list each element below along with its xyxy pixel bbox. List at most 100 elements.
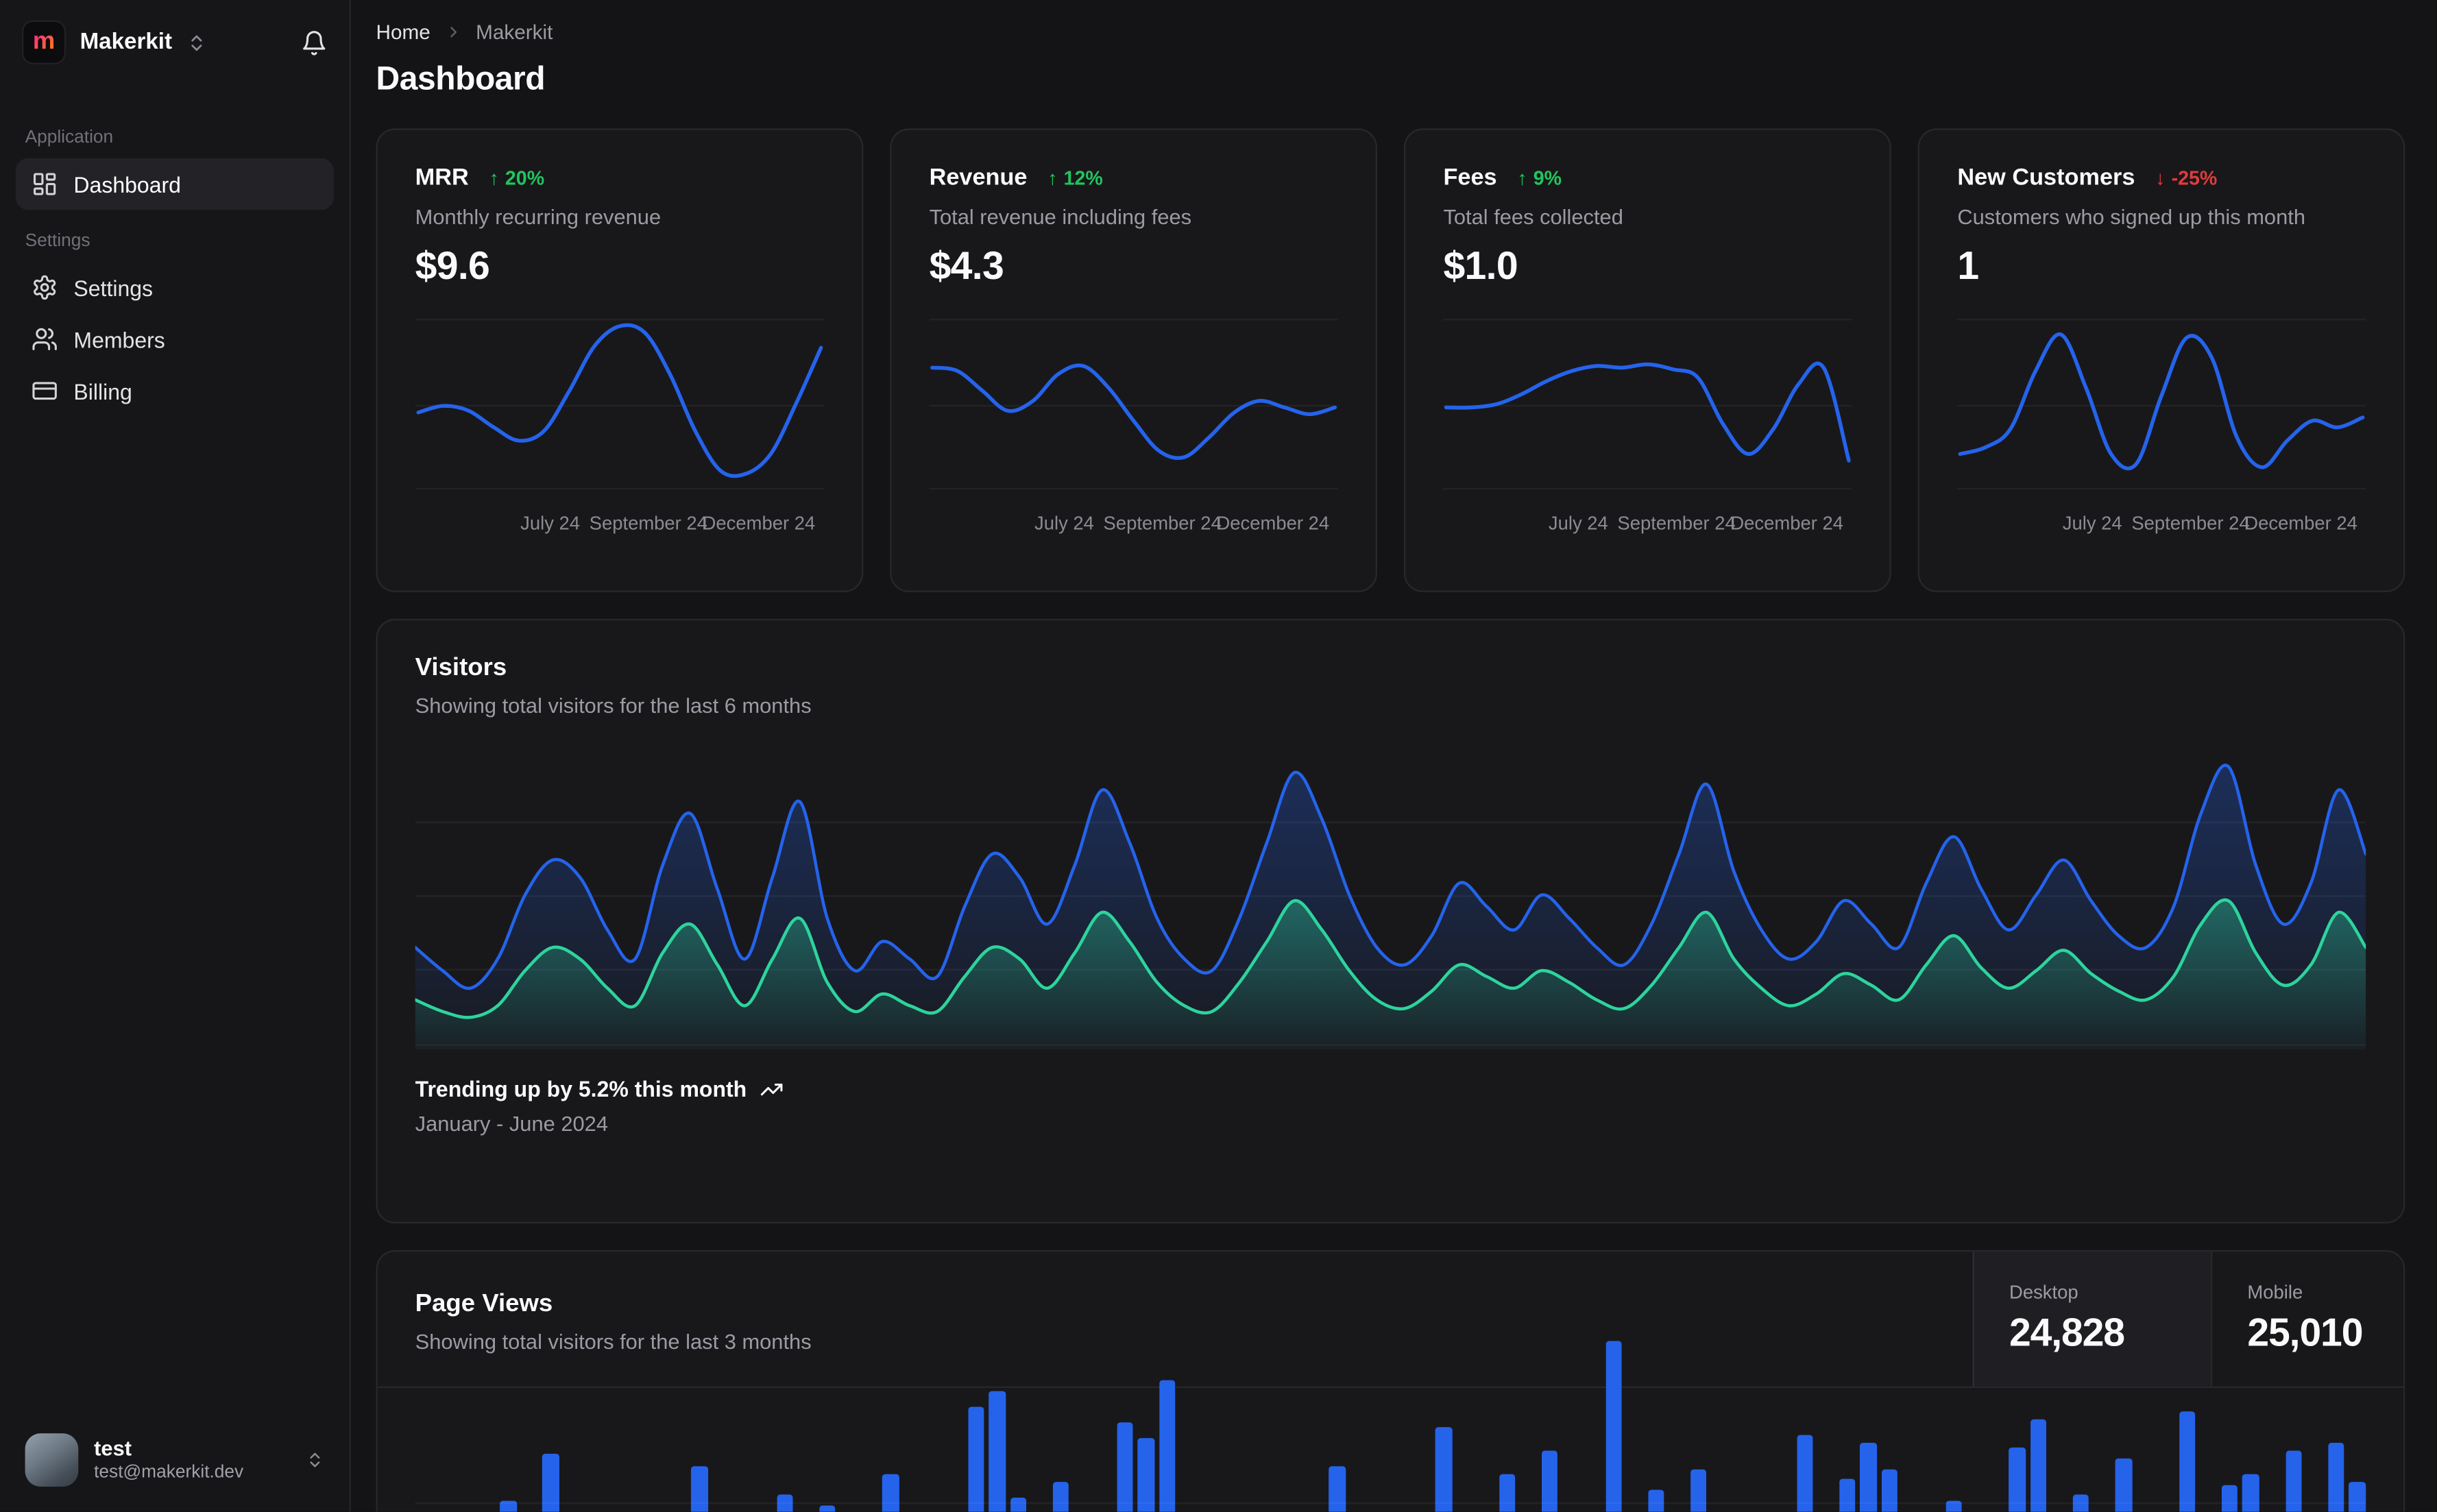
main-content: Home Makerkit Dashboard MRR ↑ 20% Monthl… — [351, 0, 2437, 1512]
stat-title: MRR — [415, 164, 469, 191]
bar — [882, 1474, 899, 1512]
trend-value: -25% — [2171, 167, 2218, 189]
page-views-header: Page Views Showing total visitors for th… — [377, 1252, 2404, 1389]
credit-card-icon — [32, 378, 58, 404]
bar — [1137, 1438, 1154, 1512]
page-views-card: Page Views Showing total visitors for th… — [376, 1249, 2406, 1512]
x-axis-labels: July 24 September 24 December 24 — [1443, 512, 1852, 537]
sidebar: m Makerkit Application Dashboard Setting… — [0, 0, 351, 1512]
x-tick: July 24 — [1034, 512, 1094, 535]
bar — [2115, 1458, 2132, 1512]
sidebar-item-billing[interactable]: Billing — [16, 365, 334, 417]
bar — [1839, 1478, 1856, 1512]
stat-value: $1.0 — [1443, 244, 1518, 289]
nav-section-label-application: Application — [25, 128, 114, 147]
trend-badge: ↑ 9% — [1517, 167, 1562, 188]
trend-up-icon: ↑ — [1047, 167, 1058, 189]
user-name: test — [94, 1435, 132, 1460]
bar — [967, 1406, 984, 1512]
x-tick: July 24 — [2062, 512, 2122, 535]
bar — [2327, 1443, 2344, 1512]
visitors-trend-text: Trending up by 5.2% this month — [415, 1076, 747, 1101]
x-tick: September 24 — [1617, 512, 1736, 535]
user-meta: test test@makerkit.dev — [94, 1436, 243, 1485]
nav-section-label-settings: Settings — [25, 232, 90, 251]
stat-value: $9.6 — [415, 244, 490, 289]
x-axis-labels: July 24 September 24 December 24 — [1957, 512, 2366, 537]
trend-badge: ↓ -25% — [2155, 167, 2217, 188]
bar — [2221, 1485, 2238, 1512]
notifications-bell-icon[interactable] — [301, 29, 328, 56]
bar — [1052, 1482, 1069, 1512]
chevrons-up-down-icon[interactable] — [186, 32, 207, 53]
visitors-footer: Trending up by 5.2% this month January -… — [415, 1076, 2366, 1136]
bar — [2179, 1411, 2196, 1512]
stat-value: $4.3 — [929, 244, 1004, 289]
bar — [1796, 1435, 1813, 1512]
stat-title: New Customers — [1957, 164, 2135, 191]
x-axis-labels: July 24 September 24 December 24 — [415, 512, 825, 537]
bar — [1435, 1427, 1452, 1512]
breadcrumb: Home Makerkit — [376, 21, 2406, 44]
x-tick: December 24 — [1730, 512, 1844, 535]
bar — [1329, 1466, 1346, 1512]
breadcrumb-link-home[interactable]: Home — [376, 21, 431, 44]
page-views-subtitle: Showing total visitors for the last 3 mo… — [415, 1330, 812, 1354]
chevron-right-icon — [444, 23, 461, 40]
bar — [1881, 1469, 1898, 1512]
stat-subtitle: Total fees collected — [1443, 205, 1623, 229]
sidebar-item-members[interactable]: Members — [16, 313, 334, 365]
x-tick: December 24 — [2244, 512, 2357, 535]
user-menu[interactable]: test test@makerkit.dev — [16, 1424, 334, 1496]
visitors-area-chart — [415, 742, 2366, 1050]
trend-badge: ↑ 20% — [489, 167, 544, 188]
segment-value: 25,010 — [2247, 1311, 2363, 1356]
stat-card-new-customers: New Customers ↓ -25% Customers who signe… — [1918, 128, 2406, 592]
segment-mobile[interactable]: Mobile 25,010 — [2211, 1252, 2404, 1387]
page-title: Dashboard — [376, 61, 546, 97]
sidebar-item-settings[interactable]: Settings — [16, 262, 334, 313]
bar — [1499, 1474, 1516, 1512]
dashboard-icon — [32, 171, 58, 197]
sidebar-item-dashboard[interactable]: Dashboard — [15, 158, 334, 210]
bar — [1605, 1341, 1622, 1512]
x-axis-labels: July 24 September 24 December 24 — [930, 512, 1339, 537]
bar — [691, 1466, 708, 1512]
x-tick: December 24 — [702, 512, 816, 535]
breadcrumb-current: Makerkit — [476, 20, 553, 44]
workspace-name: Makerkit — [80, 29, 173, 55]
trend-up-icon: ↑ — [1517, 167, 1527, 189]
trend-value: 20% — [505, 167, 545, 189]
x-tick: September 24 — [1103, 512, 1222, 535]
chevrons-up-down-icon — [306, 1451, 324, 1470]
stat-title: Fees — [1443, 164, 1497, 191]
stat-cards-row: MRR ↑ 20% Monthly recurring revenue $9.6… — [376, 128, 2406, 592]
stat-subtitle: Total revenue including fees — [929, 205, 1192, 229]
stat-title: Revenue — [929, 164, 1028, 191]
bar — [819, 1505, 836, 1512]
gridline — [415, 1502, 2367, 1504]
bar — [2030, 1419, 2047, 1512]
logo-letter: m — [32, 28, 56, 55]
workspace-switcher[interactable]: m Makerkit — [0, 0, 350, 84]
bar — [1647, 1489, 1664, 1512]
sidebar-nav: Application Dashboard Settings Settings … — [0, 84, 350, 417]
trend-value: 12% — [1063, 167, 1103, 189]
segment-desktop[interactable]: Desktop 24,828 — [1973, 1252, 2211, 1387]
bar — [1010, 1498, 1027, 1512]
sidebar-item-label: Dashboard — [73, 171, 181, 197]
user-email: test@makerkit.dev — [94, 1463, 244, 1483]
app-window: m Makerkit Application Dashboard Setting… — [0, 0, 2437, 1512]
bar — [2242, 1474, 2259, 1512]
trend-value: 9% — [1533, 167, 1562, 189]
x-tick: September 24 — [589, 512, 707, 535]
mrr-sparkline-chart — [415, 313, 825, 498]
segment-label: Desktop — [2009, 1281, 2078, 1304]
stat-card-revenue: Revenue ↑ 12% Total revenue including fe… — [890, 128, 1378, 592]
trend-badge: ↑ 12% — [1047, 167, 1103, 188]
trending-up-icon — [760, 1077, 783, 1100]
x-tick: July 24 — [1548, 512, 1608, 535]
segment-label: Mobile — [2247, 1281, 2303, 1304]
fees-sparkline-chart — [1443, 313, 1852, 498]
stat-subtitle: Customers who signed up this month — [1957, 205, 2306, 229]
